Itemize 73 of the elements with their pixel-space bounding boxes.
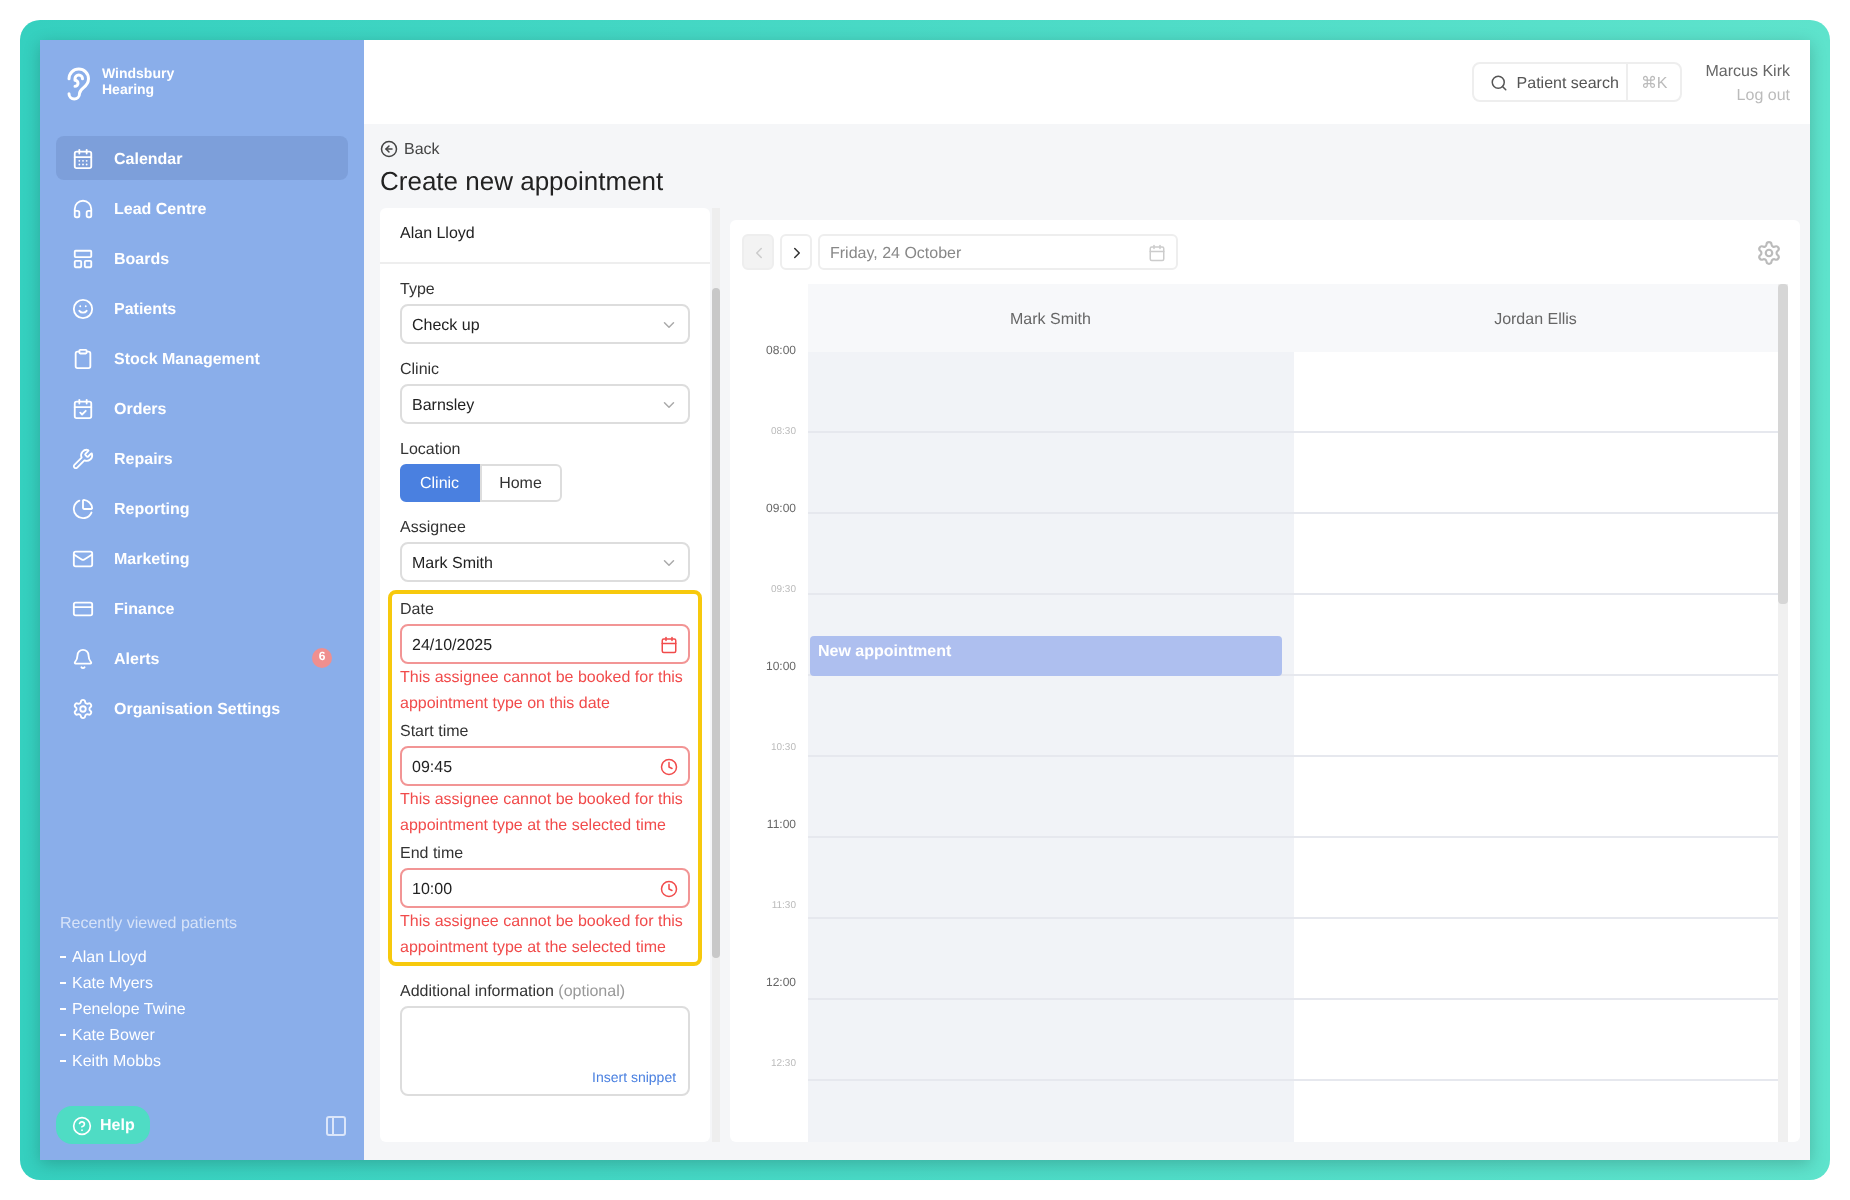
time-field[interactable]: 09:45 xyxy=(400,746,691,786)
nav-item[interactable]: Boards xyxy=(56,236,348,280)
patient-search-button[interactable]: Patient search ⌘K xyxy=(1472,62,1682,102)
field-label: End time xyxy=(400,844,466,862)
nav-item[interactable]: Finance xyxy=(56,586,348,630)
field-label: Additional information (optional) xyxy=(400,982,628,1000)
select-field[interactable]: Mark Smith xyxy=(400,542,691,582)
shortcut-hint: ⌘K xyxy=(1626,64,1680,100)
time-grid[interactable] xyxy=(1293,352,1778,1142)
calendar-check-icon xyxy=(72,397,94,419)
scrollbar[interactable] xyxy=(712,208,720,1142)
recent-patient-link[interactable]: Penelope Twine xyxy=(72,1000,186,1018)
field-label: Date xyxy=(400,600,436,618)
field-label: Type xyxy=(400,280,437,298)
clock-icon xyxy=(660,757,679,775)
field-label: Start time xyxy=(400,722,471,740)
nav-item[interactable]: Lead Centre xyxy=(56,186,348,230)
clipboard-icon xyxy=(72,347,94,369)
clock-icon xyxy=(660,879,679,897)
error-message: This assignee cannot be booked for this appointment type at the selected time xyxy=(400,788,685,838)
error-message: This assignee cannot be booked for this appointment type on this date xyxy=(400,666,685,716)
arrow-left-icon xyxy=(380,140,398,158)
collapse-sidebar-icon[interactable] xyxy=(324,1113,348,1137)
log-out-link[interactable]: Log out xyxy=(1736,85,1790,103)
nav-item[interactable]: Calendar xyxy=(56,136,348,180)
page-title: Create new appointment xyxy=(380,166,666,196)
user-name: Marcus Kirk xyxy=(1705,61,1790,79)
scrollbar[interactable] xyxy=(1778,284,1788,1142)
patient-name: Alan Lloyd xyxy=(380,208,711,264)
error-message: This assignee cannot be booked for this appointment type at the selected time xyxy=(400,910,685,960)
time-field[interactable]: 10:00 xyxy=(400,868,691,908)
search-icon xyxy=(1490,73,1509,91)
calendar-icon xyxy=(660,635,679,653)
wrench-icon xyxy=(72,447,94,469)
nav-item[interactable]: Orders xyxy=(56,386,348,430)
help-button[interactable]: Help xyxy=(56,1106,151,1144)
recent-patient-link[interactable]: Kate Bower xyxy=(72,1026,155,1044)
select-field[interactable]: Check up xyxy=(400,304,691,344)
location-toggle[interactable]: Clinic xyxy=(400,464,480,502)
select-field[interactable]: Barnsley xyxy=(400,384,691,424)
settings-icon xyxy=(1755,239,1781,265)
calendar-icon xyxy=(72,147,94,169)
nav-item[interactable]: Organisation Settings xyxy=(56,686,348,730)
headset-icon xyxy=(72,197,94,219)
credit-card-icon xyxy=(72,597,94,619)
settings-icon xyxy=(72,697,94,719)
layout-icon xyxy=(72,247,94,269)
nav-item[interactable]: Patients xyxy=(56,286,348,330)
bell-icon xyxy=(72,647,94,669)
calendar-icon xyxy=(1148,243,1166,261)
recent-patient-link[interactable]: Kate Myers xyxy=(72,974,153,992)
nav-item[interactable]: Reporting xyxy=(56,486,348,530)
next-day-button[interactable] xyxy=(780,234,812,270)
recent-patient-link[interactable]: Alan Lloyd xyxy=(72,948,147,966)
time-grid[interactable]: New appointment xyxy=(808,352,1293,1142)
field-label: Clinic xyxy=(400,360,442,378)
appointment-block[interactable]: New appointment xyxy=(810,635,1281,676)
date-field[interactable]: 24/10/2025 xyxy=(400,624,691,664)
nav-item[interactable]: Repairs xyxy=(56,436,348,480)
smile-icon xyxy=(72,297,94,319)
back-link[interactable]: Back xyxy=(380,140,720,158)
date-picker[interactable]: Friday, 24 October xyxy=(818,234,1178,270)
column-header: Jordan Ellis xyxy=(1293,284,1778,352)
nav-item[interactable]: Stock Management xyxy=(56,336,348,380)
help-icon xyxy=(72,1115,92,1135)
field-label: Location xyxy=(400,440,463,458)
field-label: Assignee xyxy=(400,518,468,536)
recent-patient-link[interactable]: Keith Mobbs xyxy=(72,1052,161,1070)
nav-item[interactable]: Marketing xyxy=(56,536,348,580)
location-toggle[interactable]: Home xyxy=(479,464,562,502)
pie-chart-icon xyxy=(72,497,94,519)
mail-icon xyxy=(72,547,94,569)
section-title: Recently viewed patients xyxy=(58,914,239,932)
